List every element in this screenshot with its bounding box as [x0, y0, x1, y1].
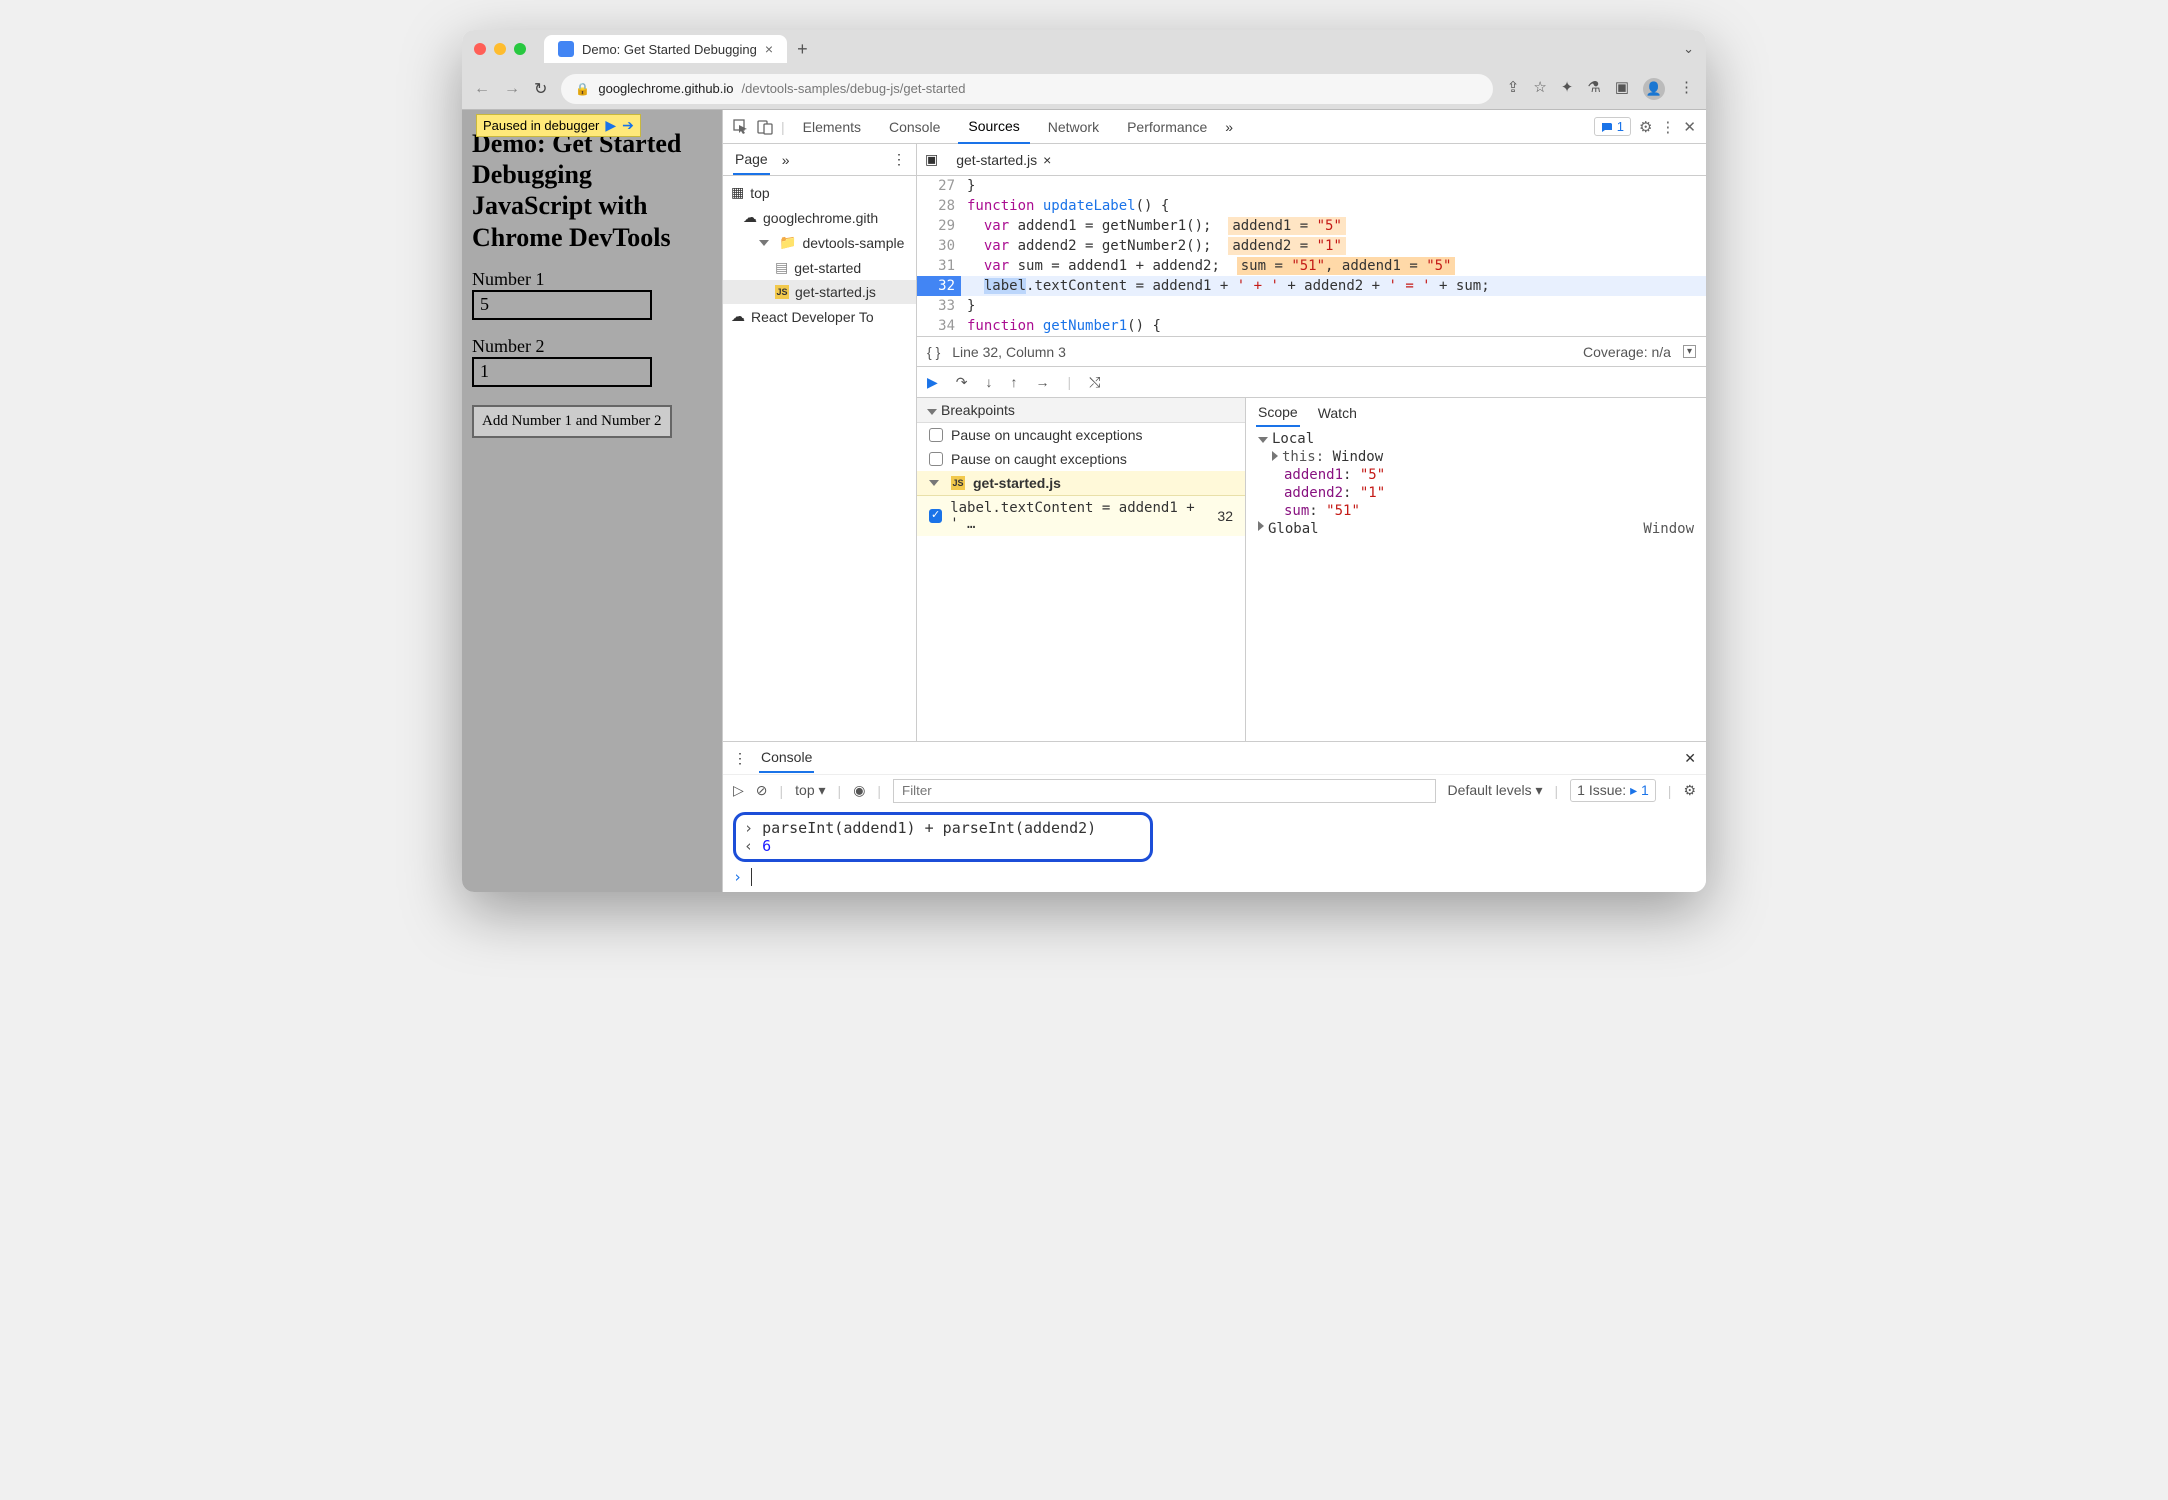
code-editor[interactable]: 27}28function updateLabel() {29 var adde… [917, 176, 1706, 336]
file-tab[interactable]: get-started.js × [948, 148, 1059, 172]
devtools-tabs: | Elements Console Sources Network Perfo… [723, 110, 1706, 144]
resume-button[interactable]: ▶ [927, 374, 938, 391]
bp-item[interactable]: label.textContent = addend1 + ' …32 [917, 496, 1245, 536]
minimize-window-button[interactable] [494, 43, 506, 55]
log-levels[interactable]: Default levels ▾ [1448, 782, 1543, 799]
maximize-window-button[interactable] [514, 43, 526, 55]
sources-navigator: Page » ⋮ ▦top ☁googlechrome.gith 📁devtoo… [723, 144, 917, 741]
tabs-menu-icon[interactable]: ⌄ [1683, 41, 1694, 57]
console-eval-highlight: › parseInt(addend1) + parseInt(addend2) … [733, 812, 1153, 862]
tree-folder[interactable]: 📁devtools-sample [723, 230, 916, 255]
page-viewport: Paused in debugger ▶ ➔ Demo: Get Started… [462, 110, 722, 892]
extensions-icon[interactable]: ✦ [1561, 78, 1574, 100]
input-number1[interactable] [472, 290, 652, 320]
profile-avatar[interactable]: 👤 [1643, 78, 1665, 100]
step-into-button[interactable]: ↓ [986, 374, 993, 390]
device-icon[interactable] [757, 119, 773, 135]
url-bar[interactable]: 🔒 googlechrome.github.io/devtools-sample… [561, 74, 1492, 104]
tab-performance[interactable]: Performance [1117, 111, 1217, 143]
more-tabs-icon[interactable]: » [1225, 119, 1233, 135]
coverage-menu-icon[interactable]: ▾ [1683, 345, 1696, 358]
favicon-icon [558, 41, 574, 57]
label-number2: Number 2 [472, 336, 712, 357]
lock-icon: 🔒 [575, 82, 590, 96]
input-number2[interactable] [472, 357, 652, 387]
tree-extension[interactable]: ☁React Developer To [723, 304, 916, 329]
coverage-status: Coverage: n/a [1583, 344, 1671, 360]
label-number1: Number 1 [472, 269, 712, 290]
bp-uncaught[interactable]: Pause on uncaught exceptions [917, 423, 1245, 447]
sidepanel-icon[interactable]: ▣ [1615, 78, 1629, 100]
labs-icon[interactable]: ⚗ [1587, 78, 1600, 100]
console-input: parseInt(addend1) + parseInt(addend2) [762, 819, 1096, 837]
close-tab-icon[interactable]: × [765, 41, 773, 57]
console-drawer: ⋮ Console ✕ ▷ ⊘ | top ▾ | ◉ | Default le… [723, 741, 1706, 892]
devtools-panel: | Elements Console Sources Network Perfo… [722, 110, 1706, 892]
console-context[interactable]: top ▾ [795, 782, 825, 799]
browser-toolbar: ← → ↻ 🔒 googlechrome.github.io/devtools-… [462, 68, 1706, 110]
watch-tab[interactable]: Watch [1316, 400, 1359, 426]
browser-tab[interactable]: Demo: Get Started Debugging × [544, 35, 787, 63]
step-over-button[interactable]: ↷ [956, 374, 968, 391]
paused-debugger-badge: Paused in debugger ▶ ➔ [476, 114, 641, 137]
page-title: Demo: Get Started Debugging JavaScript w… [472, 128, 712, 253]
new-tab-button[interactable]: + [797, 39, 808, 60]
console-tab[interactable]: Console [759, 743, 814, 773]
back-button[interactable]: ← [474, 80, 490, 98]
scope-panel: Scope Watch Local this: Window addend1: … [1246, 398, 1706, 741]
step-icon[interactable]: ➔ [622, 117, 634, 134]
step-button[interactable]: → [1036, 374, 1050, 390]
close-drawer-icon[interactable]: ✕ [1684, 750, 1696, 767]
tree-top[interactable]: ▦top [723, 180, 916, 205]
pretty-print-icon[interactable]: { } [927, 344, 940, 360]
navigator-menu-icon[interactable]: ⋮ [892, 151, 906, 168]
drawer-menu-icon[interactable]: ⋮ [733, 750, 747, 767]
debugger-controls: ▶ ↷ ↓ ↑ → | ⤭ [917, 366, 1706, 398]
cursor-position: Line 32, Column 3 [952, 344, 1066, 360]
navigator-page-tab[interactable]: Page [733, 145, 770, 175]
add-button[interactable]: Add Number 1 and Number 2 [472, 405, 672, 438]
tab-elements[interactable]: Elements [793, 111, 871, 143]
console-output: 6 [762, 837, 771, 855]
settings-icon[interactable]: ⚙ [1639, 118, 1652, 136]
resume-icon[interactable]: ▶ [605, 117, 616, 134]
share-icon[interactable]: ⇪ [1507, 78, 1520, 100]
bp-file-header[interactable]: JSget-started.js [917, 471, 1245, 496]
live-expression-icon[interactable]: ◉ [853, 782, 865, 799]
reload-button[interactable]: ↻ [534, 79, 547, 99]
deactivate-bp-button[interactable]: ⤭ [1089, 374, 1100, 391]
close-file-icon[interactable]: × [1043, 152, 1051, 168]
inspect-icon[interactable] [733, 119, 749, 135]
toggle-navigator-icon[interactable]: ▣ [925, 151, 938, 168]
url-host: googlechrome.github.io [598, 81, 733, 96]
breakpoints-panel: Breakpoints Pause on uncaught exceptions… [917, 398, 1246, 741]
tab-network[interactable]: Network [1038, 111, 1109, 143]
bookmark-icon[interactable]: ☆ [1533, 78, 1546, 100]
clear-console-icon[interactable]: ⊘ [756, 782, 768, 799]
tree-domain[interactable]: ☁googlechrome.gith [723, 205, 916, 230]
console-sidebar-icon[interactable]: ▷ [733, 782, 744, 799]
tree-file-js[interactable]: JSget-started.js [723, 280, 916, 304]
navigator-more-icon[interactable]: » [782, 152, 790, 168]
issues-badge[interactable]: 1 [1594, 117, 1631, 136]
chrome-menu-icon[interactable]: ⋮ [1679, 78, 1694, 100]
tab-sources[interactable]: Sources [958, 110, 1029, 144]
console-cursor[interactable] [751, 868, 762, 886]
console-issues[interactable]: 1 Issue: ▸ 1 [1570, 779, 1656, 802]
kebab-icon[interactable]: ⋮ [1660, 118, 1675, 136]
forward-button[interactable]: → [504, 80, 520, 98]
tree-file-html[interactable]: ▤get-started [723, 255, 916, 280]
console-filter[interactable] [893, 779, 1436, 803]
console-settings-icon[interactable]: ⚙ [1683, 782, 1696, 799]
url-path: /devtools-samples/debug-js/get-started [742, 81, 966, 96]
close-window-button[interactable] [474, 43, 486, 55]
scope-tab[interactable]: Scope [1256, 399, 1300, 427]
tab-console[interactable]: Console [879, 111, 950, 143]
close-devtools-icon[interactable]: ✕ [1683, 118, 1696, 136]
bp-caught[interactable]: Pause on caught exceptions [917, 447, 1245, 471]
step-out-button[interactable]: ↑ [1011, 374, 1018, 390]
tab-title: Demo: Get Started Debugging [582, 42, 757, 57]
window-titlebar: Demo: Get Started Debugging × + ⌄ [462, 30, 1706, 68]
